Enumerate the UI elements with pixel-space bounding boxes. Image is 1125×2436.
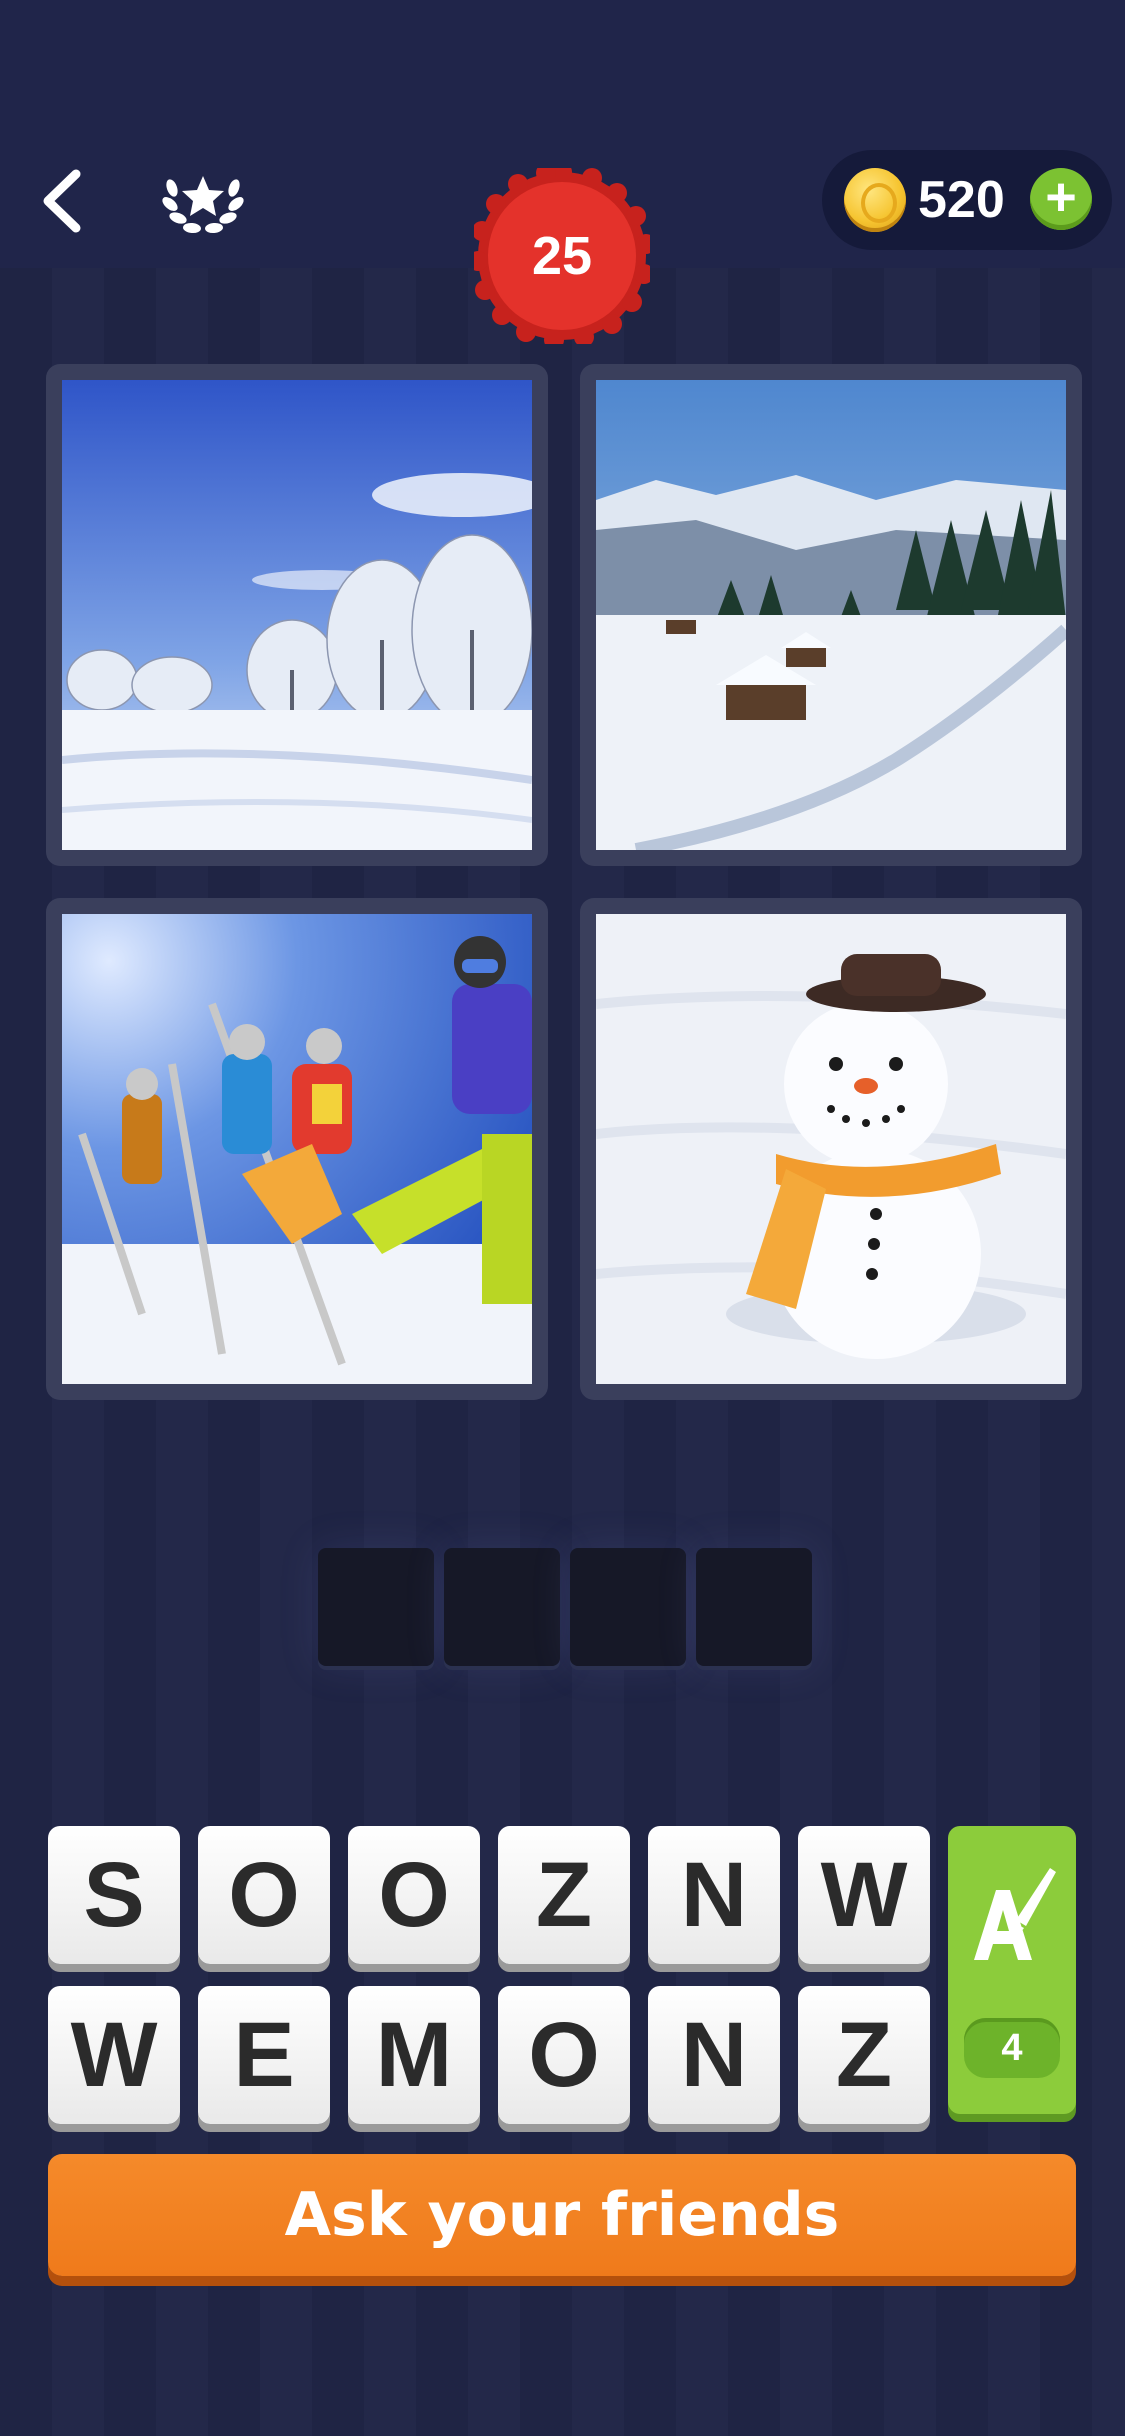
letter-tile[interactable]: Z [798, 1986, 930, 2124]
puzzle-image-2 [580, 364, 1082, 866]
answer-slot-4[interactable] [696, 1548, 812, 1666]
letter-tile[interactable]: O [498, 1986, 630, 2124]
letter-tile[interactable]: Z [498, 1826, 630, 1964]
letter-brush-icon [966, 1860, 1058, 1968]
letter-tile[interactable]: W [48, 1986, 180, 2124]
puzzle-image-3 [46, 898, 548, 1400]
ask-friends-button[interactable]: Ask your friends [48, 2154, 1076, 2276]
mountain-cabins-image [596, 380, 1066, 850]
back-chevron-icon[interactable] [36, 168, 92, 234]
coin-counter[interactable]: 520 + [822, 150, 1112, 250]
puzzle-image-4 [580, 898, 1082, 1400]
snowman-image [596, 914, 1066, 1384]
level-number: 25 [531, 226, 593, 286]
plus-icon[interactable]: + [1030, 168, 1092, 230]
letter-tile[interactable]: N [648, 1826, 780, 1964]
letter-tile[interactable]: E [198, 1986, 330, 2124]
letter-tile[interactable]: O [198, 1826, 330, 1964]
skiers-image [62, 914, 532, 1384]
letter-tile[interactable]: S [48, 1826, 180, 1964]
letter-tile[interactable]: O [348, 1826, 480, 1964]
hint-count-badge: 4 [964, 2018, 1060, 2078]
answer-slot-3[interactable] [570, 1548, 686, 1666]
letter-tile[interactable]: N [648, 1986, 780, 2124]
puzzle-image-1 [46, 364, 548, 866]
coin-icon [844, 168, 906, 232]
hint-button[interactable]: 4 [948, 1826, 1076, 2114]
snowy-trees-image [62, 380, 532, 850]
letter-tile[interactable]: W [798, 1826, 930, 1964]
coin-count: 520 [918, 171, 1005, 229]
letter-tile[interactable]: M [348, 1986, 480, 2124]
answer-slot-2[interactable] [444, 1548, 560, 1666]
laurel-star-icon[interactable] [158, 158, 248, 238]
answer-slot-1[interactable] [318, 1548, 434, 1666]
